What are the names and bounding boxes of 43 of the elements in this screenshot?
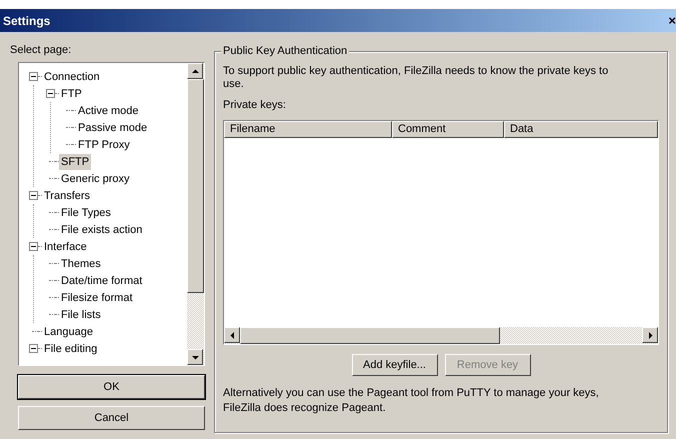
collapse-icon[interactable] [46,89,55,98]
horizontal-scrollbar[interactable] [224,327,658,344]
tree-item[interactable]: Interface [42,238,89,254]
tree-item[interactable]: Themes [59,256,103,272]
tree-item[interactable]: File exists action [59,222,144,238]
tree-item[interactable]: SFTP [59,154,92,170]
tree-item[interactable]: Connection [42,68,102,84]
action-button[interactable]: Add keyfile... [352,354,438,376]
window-title: Settings [3,12,50,30]
collapse-icon[interactable] [29,242,38,251]
collapse-icon[interactable] [29,191,38,200]
column-header[interactable]: Comment [392,121,504,138]
tree-item[interactable]: Date/time format [59,272,144,288]
tree-item[interactable]: Transfers [42,188,92,204]
tree-item[interactable]: File Types [59,204,113,220]
dialog-button[interactable]: Cancel [18,406,205,430]
tree-item[interactable]: Passive mode [76,120,150,136]
tree-item[interactable]: FTP [59,86,84,102]
vertical-scrollbar[interactable] [187,63,204,365]
group-title: Public Key Authentication [221,44,350,58]
column-header[interactable]: Data [504,121,658,138]
scroll-right-icon[interactable] [642,327,658,343]
tree-item[interactable]: Generic proxy [59,170,132,186]
scroll-left-icon[interactable] [224,327,240,343]
tree-item[interactable]: Filesize format [59,290,135,306]
column-header[interactable]: Filename [224,121,392,138]
intro-text: To support public key authentication, FileZilla needs to know the private keys to use. [223,65,610,91]
private-keys-label: Private keys: [223,99,287,112]
pageant-note: Alternatively you can use the Pageant tool from PuTTY to manage your keys, FileZilla does recognize Pageant. [223,386,600,416]
scroll-down-icon[interactable] [187,349,203,365]
tree-item[interactable]: File editing [42,340,100,356]
tree-item[interactable]: FTP Proxy [76,136,132,152]
collapse-icon[interactable] [29,72,38,81]
collapse-icon[interactable] [29,344,38,353]
tree-item[interactable]: Language [42,324,95,340]
scroll-up-icon[interactable] [187,63,203,79]
close-button[interactable]: × [668,14,676,27]
tree-item[interactable]: File lists [59,306,103,322]
scrollbar-thumb[interactable] [187,79,204,293]
tree-item[interactable]: Active mode [76,102,141,118]
select-page-label: Select page: [10,43,72,58]
scrollbar-thumb[interactable] [240,327,500,344]
dialog-button[interactable]: OK [18,375,205,399]
